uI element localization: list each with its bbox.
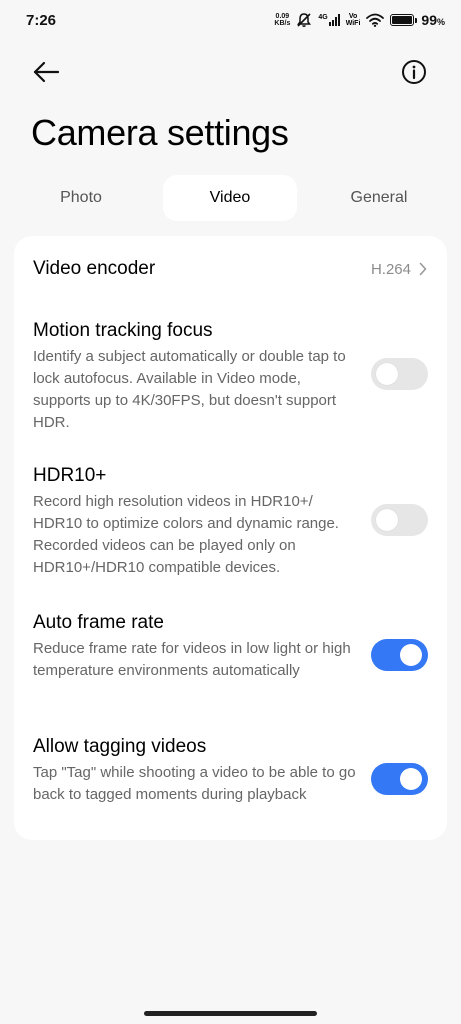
chevron-right-icon (419, 262, 427, 276)
arrow-left-icon (33, 61, 60, 83)
hdr10-description: Record high resolution videos in HDR10+/… (33, 493, 339, 576)
hdr10-title: HDR10+ (33, 465, 107, 486)
auto-frame-rate-toggle[interactable] (371, 639, 428, 671)
video-encoder-value-group: H.264 (371, 254, 427, 284)
allow-tagging-description: Tap "Tag" while shooting a video to be a… (33, 764, 356, 803)
motion-tracking-description: Identify a subject automatically or doub… (33, 348, 346, 431)
auto-frame-rate-title: Auto frame rate (33, 612, 164, 633)
vowifi-icon: Vo WiFi (346, 13, 361, 27)
status-bar: 7:26 0.09 KB/s 4G Vo WiFi 99% (0, 0, 461, 40)
allow-tagging-toggle[interactable] (371, 763, 428, 795)
vowifi-top: Vo (348, 13, 358, 20)
signal-bars (328, 14, 340, 26)
setting-hdr10[interactable]: HDR10+ Record high resolution videos in … (14, 465, 447, 579)
battery-percent-sign: % (436, 17, 445, 27)
setting-video-encoder[interactable]: Video encoder H.264 (14, 254, 447, 284)
tab-video[interactable]: Video (163, 175, 297, 221)
battery-percent: 99% (421, 12, 445, 28)
info-circle-icon (402, 60, 426, 84)
page-title: Camera settings (31, 112, 289, 153)
wifi-icon (366, 13, 385, 27)
status-time: 7:26 (26, 11, 57, 29)
network-speed-unit: KB/s (274, 20, 291, 27)
network-type: 4G (318, 14, 328, 21)
hdr10-toggle[interactable] (371, 504, 428, 536)
battery-icon: 99% (390, 12, 445, 28)
battery-percent-value: 99 (421, 12, 437, 28)
info-button[interactable] (396, 54, 432, 90)
tab-bar: Photo Video General (14, 175, 447, 221)
back-button[interactable] (28, 54, 64, 90)
battery-fill (392, 16, 413, 24)
motion-tracking-toggle[interactable] (371, 358, 428, 390)
allow-tagging-title: Allow tagging videos (33, 736, 207, 757)
setting-allow-tagging[interactable]: Allow tagging videos Tap "Tag" while sho… (14, 736, 447, 806)
network-speed-value: 0.09 (275, 13, 290, 20)
cellular-signal-icon: 4G (318, 14, 340, 26)
tab-photo[interactable]: Photo (14, 175, 148, 221)
tab-general[interactable]: General (312, 175, 446, 221)
status-icons: 0.09 KB/s 4G Vo WiFi 99% (274, 12, 445, 28)
alarm-muted-icon (296, 12, 312, 28)
home-indicator[interactable] (144, 1011, 317, 1016)
vowifi-bottom: WiFi (345, 20, 361, 27)
auto-frame-rate-description: Reduce frame rate for videos in low ligh… (33, 640, 351, 679)
motion-tracking-title: Motion tracking focus (33, 320, 213, 341)
setting-auto-frame-rate[interactable]: Auto frame rate Reduce frame rate for vi… (14, 612, 447, 682)
setting-motion-tracking[interactable]: Motion tracking focus Identify a subject… (14, 320, 447, 434)
network-speed: 0.09 KB/s (274, 13, 290, 27)
video-settings-card: Video encoder H.264 Motion tracking focu… (14, 236, 447, 840)
video-encoder-value: H.264 (370, 260, 411, 278)
